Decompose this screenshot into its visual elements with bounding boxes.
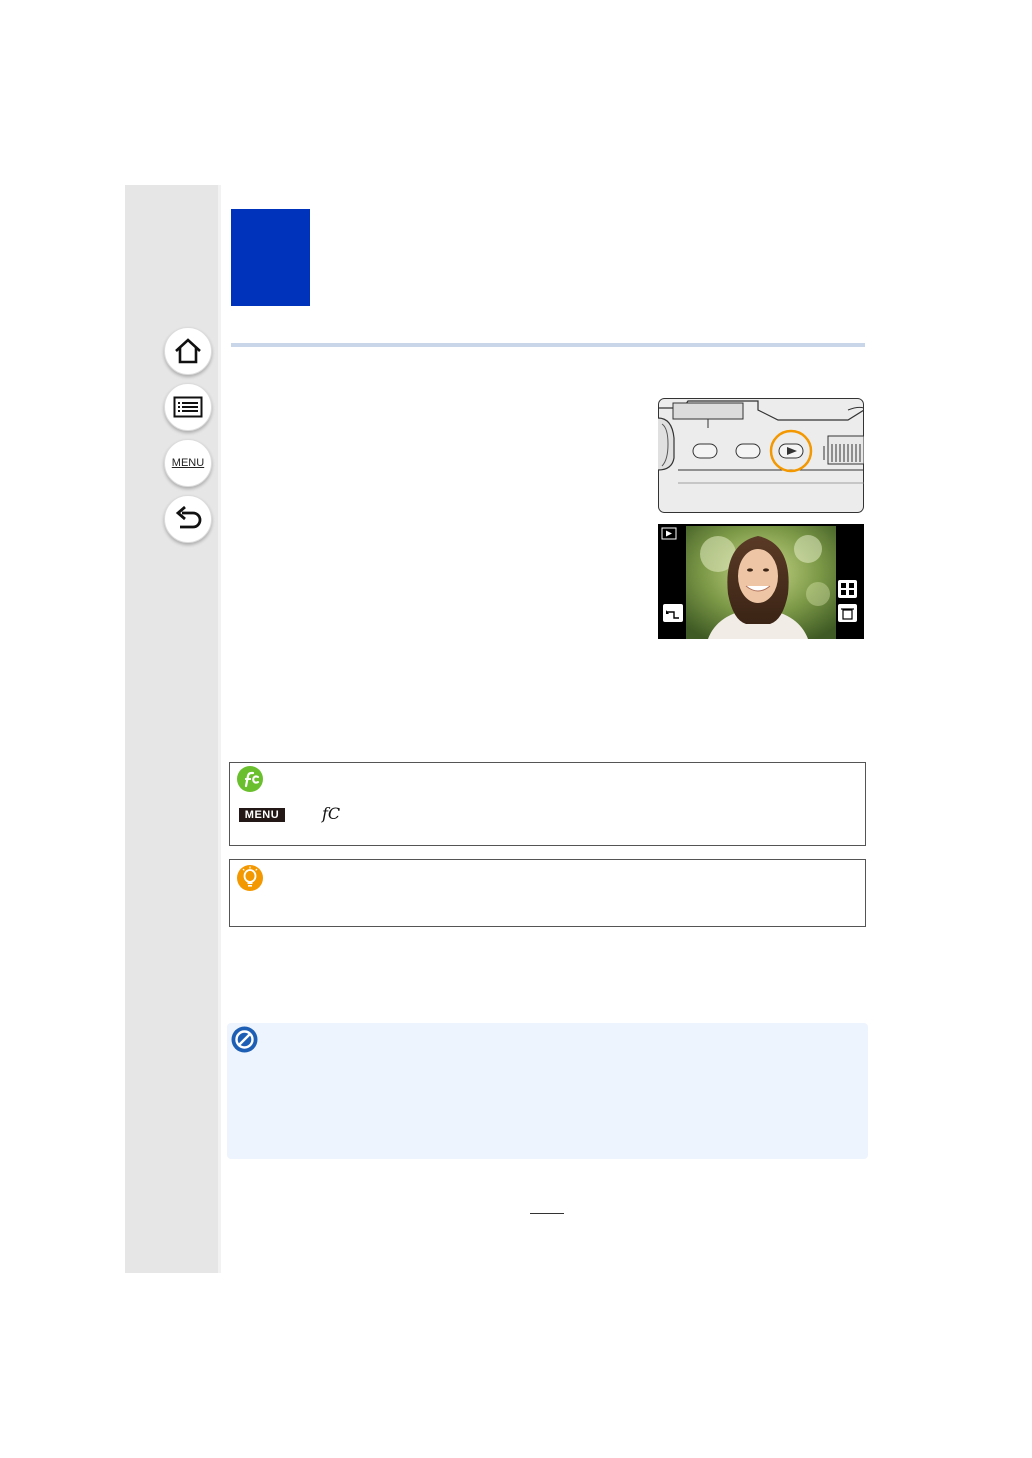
tip-box xyxy=(229,859,866,927)
not-available-icon xyxy=(231,1026,258,1053)
not-available-note xyxy=(227,1023,868,1159)
sidebar-divider xyxy=(218,185,221,1273)
home-icon xyxy=(175,338,201,364)
custom-menu-box: MENU 𝑓C xyxy=(229,762,866,846)
custom-menu-glyph: 𝑓C xyxy=(322,804,341,823)
contents-button[interactable] xyxy=(164,383,212,431)
custom-wrench-icon xyxy=(237,766,263,792)
page-number-underline xyxy=(530,1213,564,1214)
menu-button[interactable]: MENU xyxy=(164,439,212,487)
back-arrow-icon xyxy=(175,506,202,529)
back-button[interactable] xyxy=(164,495,212,543)
thumbnail-view-icon xyxy=(838,580,857,598)
chapter-block xyxy=(231,209,310,306)
home-button[interactable] xyxy=(164,327,212,375)
list-icon xyxy=(173,396,203,418)
menu-badge: MENU xyxy=(239,808,285,822)
section-rule xyxy=(231,343,865,347)
lightbulb-icon xyxy=(237,865,263,891)
menu-icon: MENU xyxy=(171,457,205,469)
camera-top-illustration xyxy=(657,398,865,513)
playback-screen-illustration xyxy=(658,524,864,639)
